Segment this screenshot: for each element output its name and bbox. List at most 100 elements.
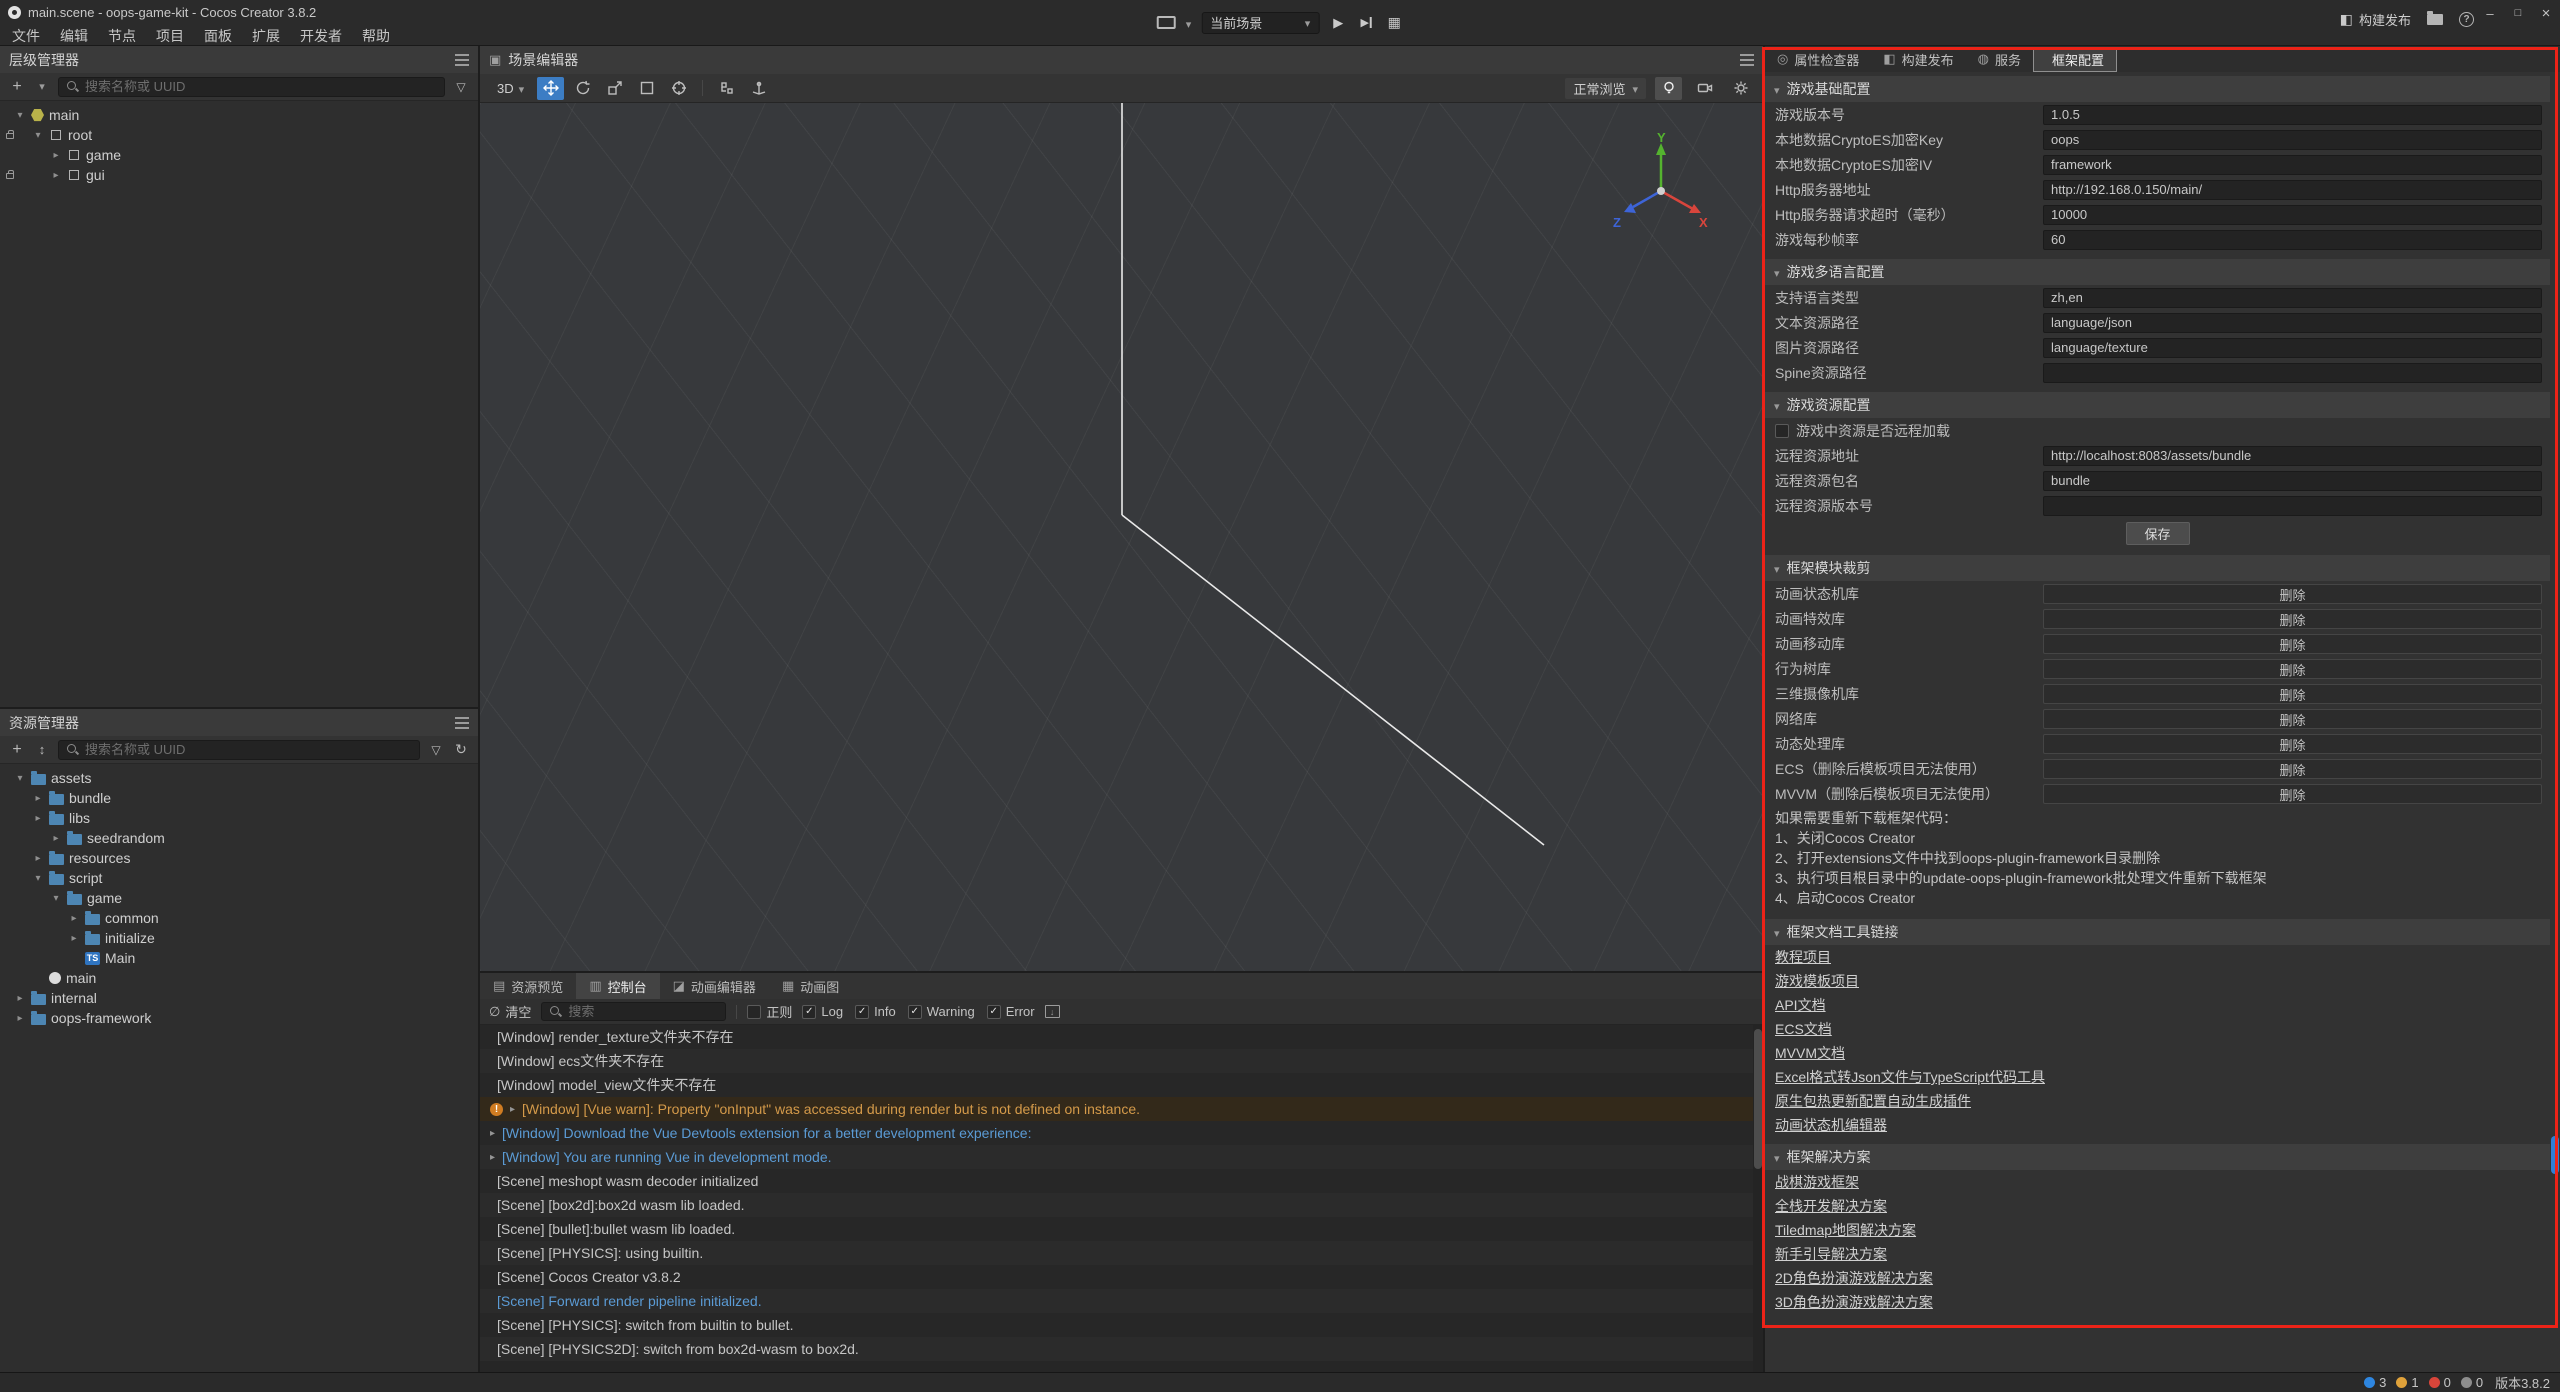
- doc-link[interactable]: 动画状态机编辑器: [1775, 1113, 2540, 1137]
- property-input[interactable]: [2043, 155, 2542, 175]
- filter-icon[interactable]: [452, 77, 470, 97]
- inspector-tab[interactable]: 框架配置: [2033, 47, 2117, 72]
- delete-module-button[interactable]: 删除: [2043, 734, 2542, 754]
- maximize-button[interactable]: [2504, 0, 2532, 26]
- solution-link[interactable]: 全栈开发解决方案: [1775, 1194, 2540, 1218]
- section-header-docs[interactable]: 框架文档工具链接: [1765, 919, 2550, 945]
- menu-item[interactable]: 项目: [146, 25, 194, 46]
- add-node-button[interactable]: [8, 77, 26, 97]
- log-expand-arrow[interactable]: ▸: [490, 1128, 495, 1139]
- expand-arrow-icon[interactable]: ▸: [14, 993, 26, 1004]
- log-expand-arrow[interactable]: ▸: [510, 1104, 515, 1115]
- log-row[interactable]: ▸ [Window] Download the Vue Devtools ext…: [480, 1121, 1763, 1145]
- preview-device-icon[interactable]: [1157, 16, 1176, 29]
- panel-menu-icon[interactable]: [455, 722, 469, 724]
- status-count-badge[interactable]: 3: [2364, 1375, 2386, 1390]
- delete-module-button[interactable]: 删除: [2043, 584, 2542, 604]
- remote-load-checkbox[interactable]: [1775, 424, 1789, 438]
- console-scroll-thumb[interactable]: [1754, 1029, 1762, 1169]
- expand-arrow-icon[interactable]: ▸: [14, 1013, 26, 1024]
- section-header-resource[interactable]: 游戏资源配置: [1765, 392, 2550, 418]
- expand-arrow-icon[interactable]: ▾: [14, 110, 26, 121]
- section-header-solutions[interactable]: 框架解决方案: [1765, 1144, 2550, 1170]
- regex-toggle[interactable]: 正则: [747, 1002, 792, 1021]
- asset-node-row[interactable]: ▸ seedrandom: [0, 828, 478, 848]
- device-caret-icon[interactable]: [1186, 15, 1192, 31]
- asset-node-row[interactable]: ▸ common: [0, 908, 478, 928]
- regex-checkbox[interactable]: [747, 1005, 761, 1019]
- inspector-tab[interactable]: 服务: [1966, 47, 2033, 72]
- solution-link[interactable]: 3D角色扮演游戏解决方案: [1775, 1290, 2540, 1314]
- asset-node-row[interactable]: main: [0, 968, 478, 988]
- menu-item[interactable]: 帮助: [352, 25, 400, 46]
- inspector-scroll-thumb[interactable]: [2551, 1136, 2559, 1174]
- section-header-language[interactable]: 游戏多语言配置: [1765, 259, 2550, 285]
- log-filter[interactable]: Warning: [908, 1004, 975, 1019]
- gizmo-pivot-button[interactable]: [665, 77, 692, 100]
- solution-link[interactable]: Tiledmap地图解决方案: [1775, 1218, 2540, 1242]
- console-tab[interactable]: 动画图: [769, 973, 852, 999]
- property-input[interactable]: [2043, 288, 2542, 308]
- property-input[interactable]: [2043, 363, 2542, 383]
- delete-module-button[interactable]: 删除: [2043, 609, 2542, 629]
- console-tab[interactable]: 资源预览: [480, 973, 576, 999]
- move-tool-button[interactable]: [537, 77, 564, 100]
- log-row[interactable]: [Scene] [PHYSICS]: switch from builtin t…: [480, 1313, 1763, 1337]
- log-row[interactable]: [Scene] Forward render pipeline initiali…: [480, 1289, 1763, 1313]
- log-row[interactable]: ▸ [Window] [Vue warn]: Property "onInput…: [480, 1097, 1763, 1121]
- log-row[interactable]: [Scene] [PHYSICS2D]: switch from box2d-w…: [480, 1337, 1763, 1361]
- solution-link[interactable]: 新手引导解决方案: [1775, 1242, 2540, 1266]
- asset-node-row[interactable]: ▾ assets: [0, 768, 478, 788]
- close-button[interactable]: [2532, 0, 2560, 26]
- asset-node-row[interactable]: ▸ oops-framework: [0, 1008, 478, 1028]
- property-input[interactable]: [2043, 313, 2542, 333]
- expand-arrow-icon[interactable]: ▸: [32, 813, 44, 824]
- asset-node-row[interactable]: ▸ internal: [0, 988, 478, 1008]
- hierarchy-node-row[interactable]: ▸ game: [0, 145, 478, 165]
- scene-tab-label[interactable]: 场景编辑器: [508, 50, 578, 70]
- step-button[interactable]: [1357, 13, 1375, 33]
- hierarchy-node-row[interactable]: ▸ gui: [0, 165, 478, 185]
- rect-tool-button[interactable]: [633, 77, 660, 100]
- save-button[interactable]: 保存: [2126, 522, 2190, 545]
- scene-select-dropdown[interactable]: 当前场景: [1201, 12, 1319, 34]
- view-mode-dropdown[interactable]: 正常浏览: [1565, 78, 1646, 99]
- delete-module-button[interactable]: 删除: [2043, 684, 2542, 704]
- coordinate-mode-button[interactable]: [745, 77, 772, 100]
- panel-menu-icon[interactable]: [455, 59, 469, 61]
- delete-module-button[interactable]: 删除: [2043, 659, 2542, 679]
- asset-node-row[interactable]: ▸ resources: [0, 848, 478, 868]
- filter-checkbox[interactable]: [802, 1005, 816, 1019]
- add-asset-button[interactable]: [8, 740, 26, 760]
- expand-arrow-icon[interactable]: ▸: [50, 170, 62, 181]
- console-tab[interactable]: 控制台: [576, 973, 659, 999]
- log-filter[interactable]: Info: [855, 1004, 896, 1019]
- status-count-badge[interactable]: 1: [2396, 1375, 2418, 1390]
- filter-checkbox[interactable]: [987, 1005, 1001, 1019]
- property-input[interactable]: [2043, 338, 2542, 358]
- console-scrollbar[interactable]: [1753, 1025, 1763, 1372]
- asset-node-row[interactable]: ▸ libs: [0, 808, 478, 828]
- log-filter[interactable]: Log: [802, 1004, 843, 1019]
- filter-checkbox[interactable]: [908, 1005, 922, 1019]
- property-input[interactable]: [2043, 205, 2542, 225]
- play-button[interactable]: [1329, 13, 1347, 33]
- rotate-tool-button[interactable]: [569, 77, 596, 100]
- delete-module-button[interactable]: 删除: [2043, 634, 2542, 654]
- property-input[interactable]: [2043, 471, 2542, 491]
- section-header-modules[interactable]: 框架模块裁剪: [1765, 555, 2550, 581]
- menu-item[interactable]: 面板: [194, 25, 242, 46]
- asset-node-row[interactable]: ▾ game: [0, 888, 478, 908]
- inspector-tab[interactable]: 构建发布: [1871, 47, 1965, 72]
- scale-tool-button[interactable]: [601, 77, 628, 100]
- log-expand-arrow[interactable]: ▸: [490, 1152, 495, 1163]
- clear-console-button[interactable]: 清空: [489, 1002, 531, 1021]
- minimize-button[interactable]: [2476, 0, 2504, 26]
- hierarchy-node-row[interactable]: ▾ main: [0, 105, 478, 125]
- log-row[interactable]: [Scene] meshopt wasm decoder initialized: [480, 1169, 1763, 1193]
- doc-link[interactable]: ECS文档: [1775, 1017, 2540, 1041]
- doc-link[interactable]: MVVM文档: [1775, 1041, 2540, 1065]
- log-row[interactable]: ▸ [Window] You are running Vue in develo…: [480, 1145, 1763, 1169]
- add-node-caret-icon[interactable]: [33, 77, 51, 97]
- scene-settings-gear-icon[interactable]: [1727, 77, 1754, 100]
